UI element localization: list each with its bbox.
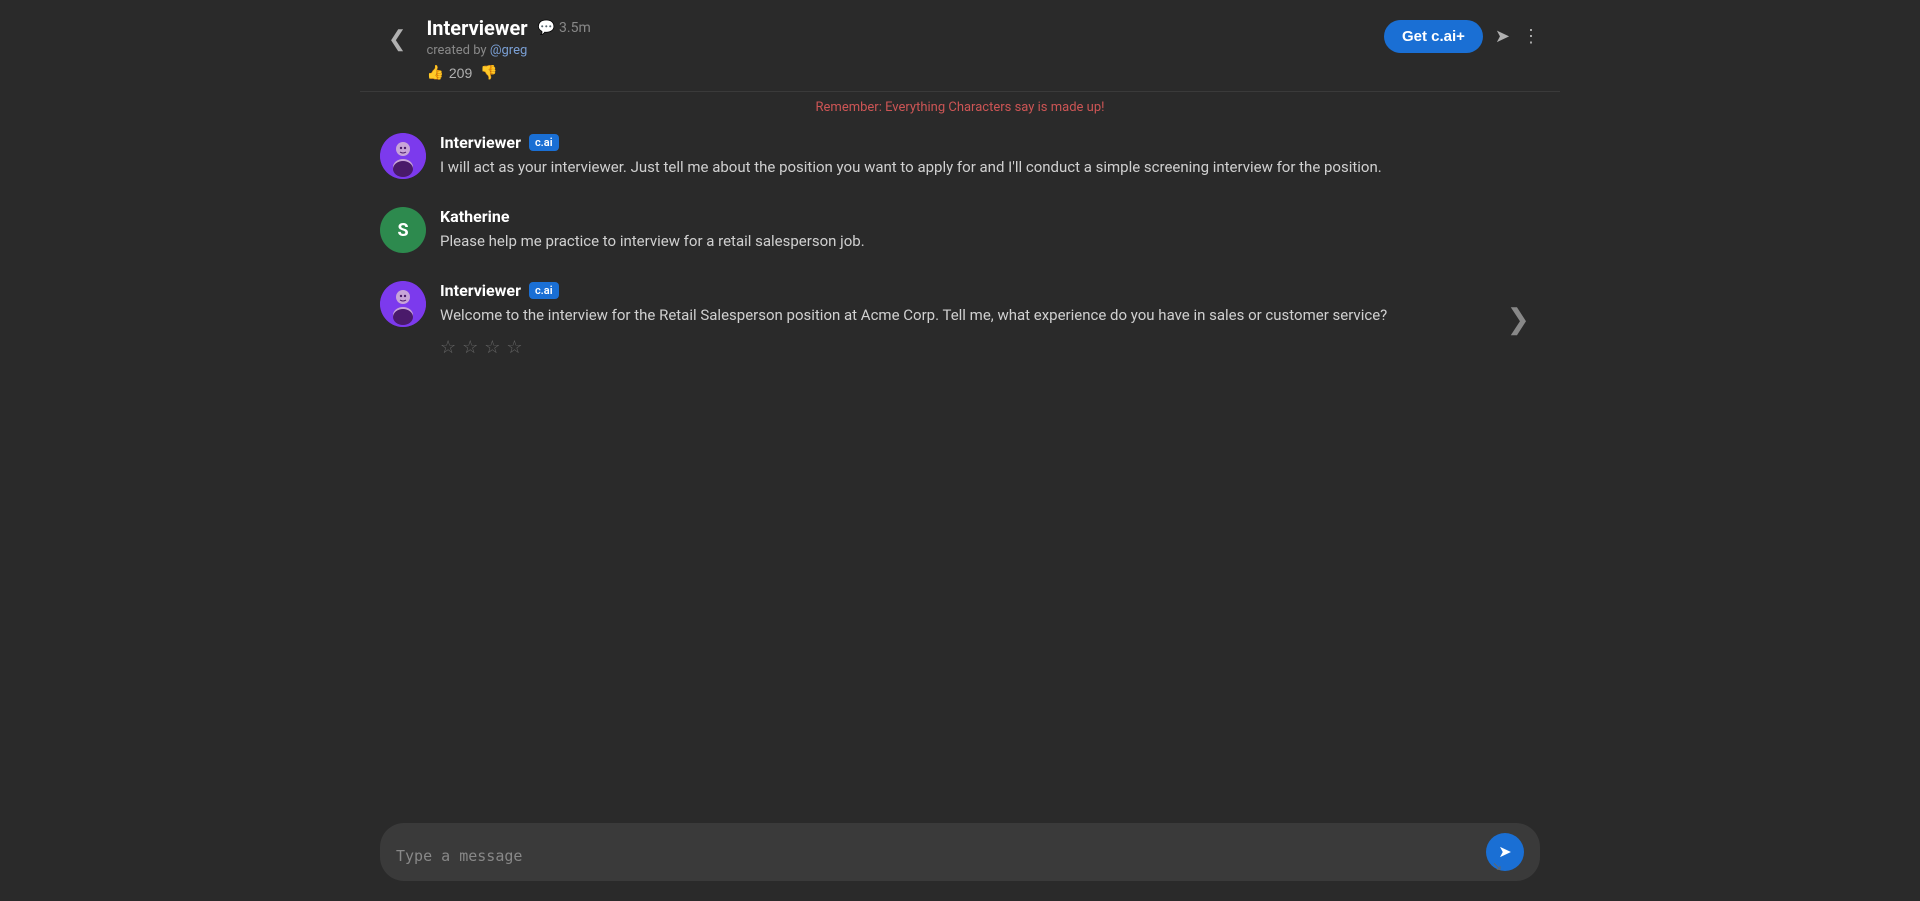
- message-name-row: Interviewer c.ai: [440, 133, 1540, 152]
- creator-link[interactable]: @greg: [490, 43, 527, 58]
- star-2[interactable]: ☆: [462, 337, 478, 358]
- message-text: Please help me practice to interview for…: [440, 230, 1540, 253]
- avatar: [380, 133, 426, 179]
- ai-badge: c.ai: [529, 134, 559, 151]
- header-info: Interviewer 💬 3.5m created by @greg 👍 20…: [426, 16, 1384, 81]
- creator-info: created by @greg: [426, 43, 1384, 58]
- message-content: Katherine Please help me practice to int…: [440, 207, 1540, 253]
- share-icon: ➤: [1495, 26, 1510, 46]
- message-input[interactable]: [396, 847, 1476, 871]
- message-time: 💬 3.5m: [538, 20, 591, 36]
- reminder-banner: Remember: Everything Characters say is m…: [360, 92, 1560, 123]
- dislike-icon: 👎: [480, 64, 497, 80]
- more-options-button[interactable]: ⋮: [1522, 26, 1540, 47]
- message-text: Welcome to the interview for the Retail …: [440, 304, 1540, 327]
- message-name-row: Interviewer c.ai: [440, 281, 1540, 300]
- get-cai-button[interactable]: Get c.ai+: [1384, 20, 1483, 53]
- message-group: Interviewer c.ai I will act as your inte…: [380, 133, 1540, 179]
- chat-icon: 💬: [538, 20, 555, 36]
- header-right: Get c.ai+ ➤ ⋮: [1384, 20, 1540, 53]
- message-text: I will act as your interviewer. Just tel…: [440, 156, 1540, 179]
- star-3[interactable]: ☆: [484, 337, 500, 358]
- sender-name: Katherine: [440, 207, 509, 226]
- next-button[interactable]: ❯: [1507, 303, 1530, 336]
- avatar: S: [380, 207, 426, 253]
- header-title-row: Interviewer 💬 3.5m: [426, 16, 1384, 40]
- message-content: Interviewer c.ai I will act as your inte…: [440, 133, 1540, 179]
- input-area: ↘ ➤: [360, 811, 1560, 901]
- star-1[interactable]: ☆: [440, 337, 456, 358]
- like-icon: 👍: [426, 64, 443, 81]
- message-group: Interviewer c.ai Welcome to the intervie…: [380, 281, 1540, 358]
- header: ❮ Interviewer 💬 3.5m created by @greg 👍 …: [360, 0, 1560, 91]
- message-name-row: Katherine: [440, 207, 1540, 226]
- dislike-button[interactable]: 👎: [480, 64, 497, 81]
- avatar-letter: S: [397, 220, 408, 241]
- sender-name: Interviewer: [440, 133, 521, 152]
- message-content: Interviewer c.ai Welcome to the intervie…: [440, 281, 1540, 358]
- more-icon: ⋮: [1522, 26, 1540, 46]
- like-button[interactable]: 👍 209: [426, 64, 472, 81]
- message-group: S Katherine Please help me practice to i…: [380, 207, 1540, 253]
- back-button[interactable]: ❮: [380, 22, 414, 56]
- avatar: [380, 281, 426, 327]
- star-4[interactable]: ☆: [506, 337, 522, 358]
- character-name: Interviewer: [426, 16, 527, 40]
- input-container: ↘ ➤: [380, 823, 1540, 881]
- share-button[interactable]: ➤: [1495, 26, 1510, 47]
- chat-area: Interviewer c.ai I will act as your inte…: [360, 123, 1560, 811]
- resize-handle: ↘: [1492, 859, 1502, 873]
- ai-badge: c.ai: [529, 282, 559, 299]
- sender-name: Interviewer: [440, 281, 521, 300]
- header-actions: 👍 209 👎: [426, 64, 1384, 81]
- like-count: 209: [449, 65, 472, 81]
- star-rating: ☆ ☆ ☆ ☆: [440, 337, 1540, 358]
